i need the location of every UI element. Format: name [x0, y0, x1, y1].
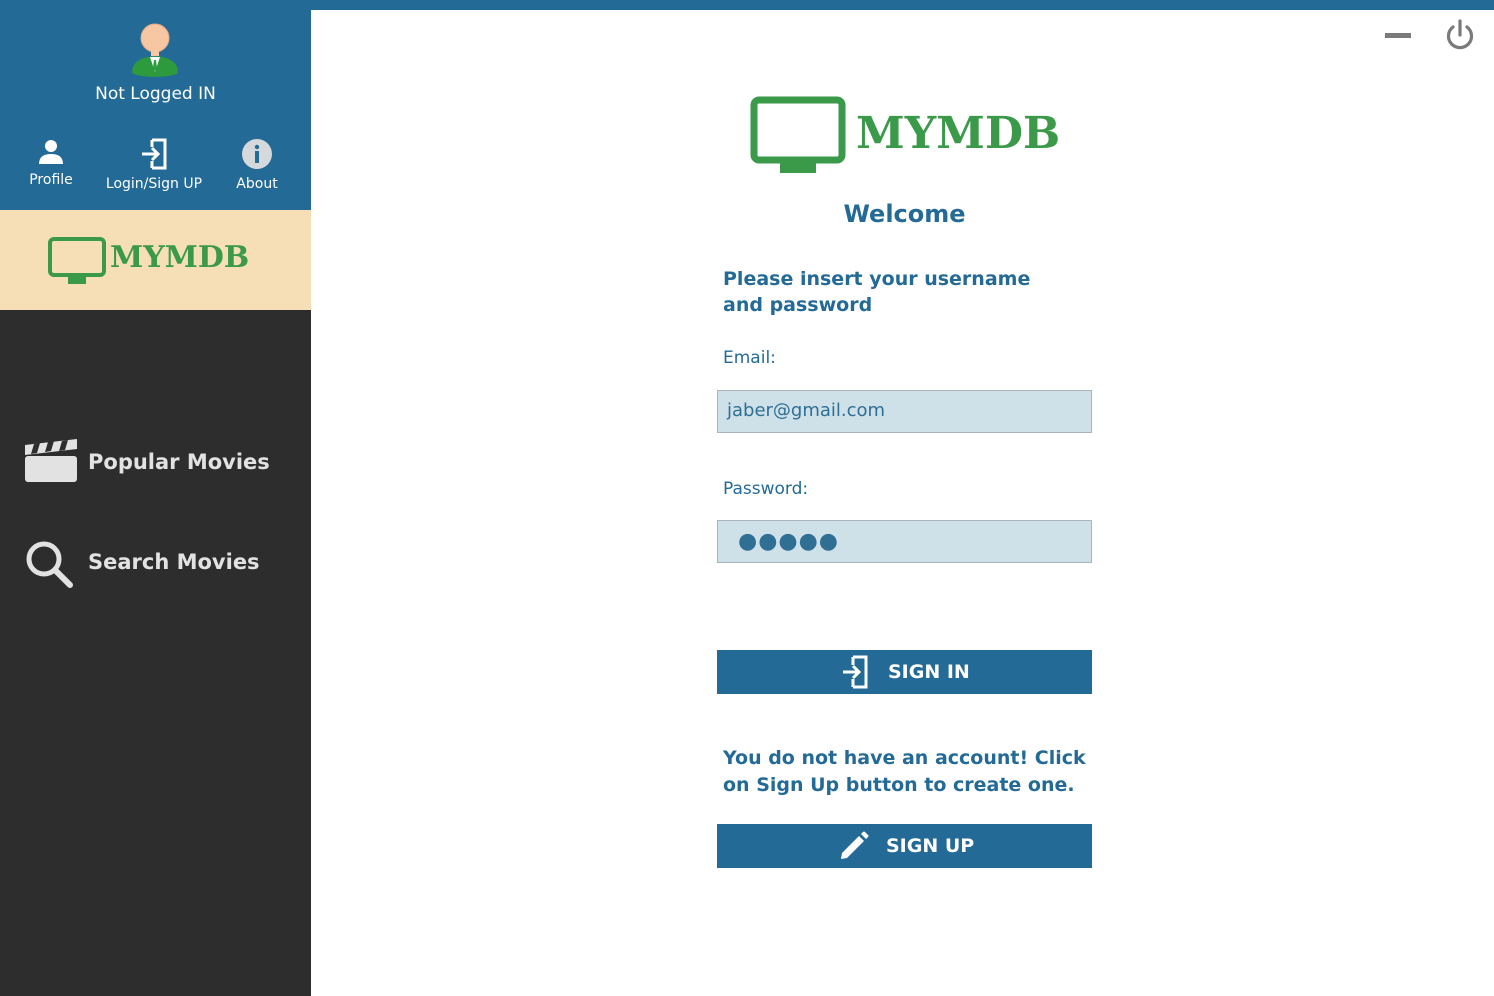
- sidebar-logo: MYMDB: [0, 210, 311, 310]
- sign-in-button[interactable]: SIGN IN: [717, 650, 1092, 694]
- tv-icon: [750, 96, 846, 173]
- power-icon: [1446, 19, 1474, 50]
- email-field[interactable]: jaber@gmail.com: [717, 390, 1092, 433]
- sign-up-button[interactable]: SIGN UP: [717, 824, 1092, 868]
- search-icon: [26, 541, 73, 588]
- main-logo: MYMDB: [750, 96, 1060, 176]
- about-button[interactable]: About: [207, 138, 307, 202]
- sign-up-label: SIGN UP: [886, 835, 975, 857]
- profile-label: Profile: [29, 172, 73, 188]
- login-instruction: Please insert your username and password: [723, 268, 1031, 316]
- top-accent-bar: [0, 0, 1494, 10]
- sign-in-label: SIGN IN: [888, 661, 970, 683]
- sidebar-item-search-movies[interactable]: Search Movies: [0, 533, 311, 593]
- about-label: About: [236, 176, 278, 192]
- password-label: Password:: [723, 479, 809, 499]
- avatar: [132, 23, 178, 77]
- login-status: Not Logged IN: [95, 84, 216, 104]
- pencil-icon: [841, 831, 869, 859]
- email-label: Email:: [723, 348, 776, 368]
- password-field[interactable]: ●●●●●: [717, 520, 1092, 563]
- sidebar-item-label: Popular Movies: [88, 450, 270, 474]
- login-icon: [142, 138, 167, 170]
- tv-icon: [48, 237, 106, 284]
- minimize-button[interactable]: [1380, 22, 1416, 48]
- power-button[interactable]: [1444, 18, 1476, 52]
- login-icon: [843, 655, 868, 689]
- info-icon: [242, 139, 272, 169]
- brand-name: MYMDB: [110, 240, 250, 275]
- sidebar-item-popular-movies[interactable]: Popular Movies: [0, 433, 311, 493]
- login-signup-label: Login/Sign UP: [105, 176, 203, 192]
- sidebar: Not Logged IN Profile Login/Sign UP Abou…: [0, 10, 311, 996]
- login-signup-button[interactable]: Login/Sign UP: [104, 138, 204, 202]
- sidebar-item-label: Search Movies: [88, 550, 260, 574]
- welcome-heading: Welcome: [843, 200, 966, 228]
- profile-button[interactable]: Profile: [1, 138, 101, 202]
- person-icon: [39, 140, 63, 164]
- no-account-message: You do not have an account! Click on Sig…: [723, 747, 1086, 796]
- user-panel: Not Logged IN Profile Login/Sign UP Abou…: [0, 10, 311, 210]
- clapperboard-icon: [25, 439, 77, 482]
- brand-name: MYMDB: [856, 108, 1061, 159]
